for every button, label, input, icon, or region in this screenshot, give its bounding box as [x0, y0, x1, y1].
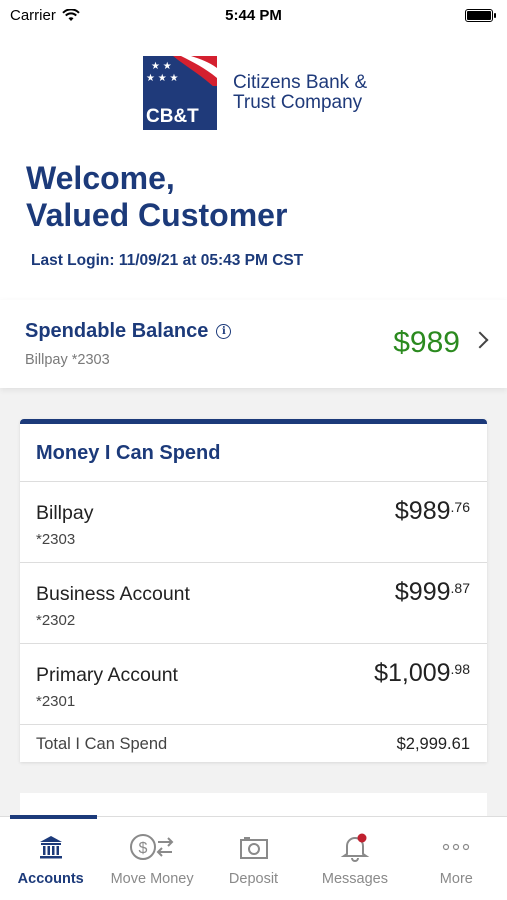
bank-name: Citizens Bank & Trust Company: [233, 72, 368, 113]
svg-text:★ ★: ★ ★: [151, 61, 172, 72]
account-number: *2302: [36, 612, 76, 629]
battery-icon: [465, 8, 496, 22]
account-balance: $989.76: [394, 497, 470, 525]
spendable-balance-account: Billpay *2303: [25, 352, 110, 368]
account-row-primary[interactable]: Primary Account *2301 $1,009.98: [20, 644, 487, 725]
tab-move-money[interactable]: $ Move Money: [101, 817, 202, 900]
last-login-text: Last Login: 11/09/21 at 05:43 PM CST: [31, 252, 304, 269]
account-balance: $1,009.98: [374, 659, 470, 687]
money-i-can-spend-card: Money I Can Spend Billpay *2303 $989.76 …: [20, 419, 487, 762]
tab-deposit[interactable]: Deposit: [203, 817, 304, 900]
more-dots-icon: [443, 843, 470, 851]
welcome-section: ★ ★ ★ ★ ★ CB&T Citizens Bank & Trust Com…: [0, 30, 507, 300]
bank-icon: [39, 836, 62, 859]
status-bar: Carrier 5:44 PM: [0, 0, 507, 30]
account-row-billpay[interactable]: Billpay *2303 $989.76: [20, 482, 487, 563]
svg-text:CB&T: CB&T: [146, 106, 199, 127]
bottom-tab-bar: Accounts $ Move Money Deposit Messages M…: [0, 815, 507, 900]
spendable-balance-card[interactable]: Spendable Balance i Billpay *2303 $989: [0, 300, 507, 388]
cbt-logo-mark: ★ ★ ★ ★ ★ CB&T: [143, 56, 217, 130]
transfer-money-icon: $: [130, 834, 174, 860]
svg-text:★ ★ ★: ★ ★ ★: [146, 73, 178, 84]
spendable-balance-amount: $989: [393, 326, 460, 359]
welcome-heading: Welcome, Valued Customer: [26, 160, 288, 233]
tab-label: Deposit: [228, 871, 279, 887]
total-row: Total I Can Spend $2,999.61: [20, 725, 487, 765]
carrier-label: Carrier: [10, 6, 56, 24]
account-row-business[interactable]: Business Account *2302 $999.87: [20, 563, 487, 644]
total-label: Total I Can Spend: [36, 735, 168, 753]
bank-logo: ★ ★ ★ ★ ★ CB&T Citizens Bank & Trust Com…: [143, 56, 367, 130]
carrier-signal: Carrier: [10, 7, 80, 24]
tab-accounts[interactable]: Accounts: [0, 817, 101, 900]
svg-text:$: $: [139, 840, 148, 857]
account-name: Business Account: [36, 583, 190, 605]
info-icon[interactable]: i: [216, 324, 232, 339]
camera-icon: [239, 837, 268, 859]
account-name: Billpay: [36, 502, 94, 524]
account-balance: $999.87: [394, 578, 470, 606]
tab-messages[interactable]: Messages: [304, 817, 405, 900]
notification-badge: [357, 833, 367, 843]
account-number: *2301: [36, 693, 76, 710]
spendable-balance-title: Spendable Balance i: [25, 320, 232, 343]
chevron-right-icon[interactable]: [471, 331, 489, 349]
tab-label: More: [439, 871, 473, 887]
tab-label: Move Money: [110, 871, 194, 887]
tab-label: Accounts: [17, 871, 84, 887]
active-tab-indicator: [10, 815, 97, 819]
account-number: *2303: [36, 531, 76, 548]
card-title: Money I Can Spend: [20, 424, 487, 482]
wifi-icon: [62, 8, 80, 21]
tab-label: Messages: [321, 871, 388, 887]
account-name: Primary Account: [36, 664, 178, 686]
tab-more[interactable]: More: [406, 817, 507, 900]
bell-icon: [340, 833, 370, 862]
total-amount: $2,999.61: [396, 735, 470, 753]
